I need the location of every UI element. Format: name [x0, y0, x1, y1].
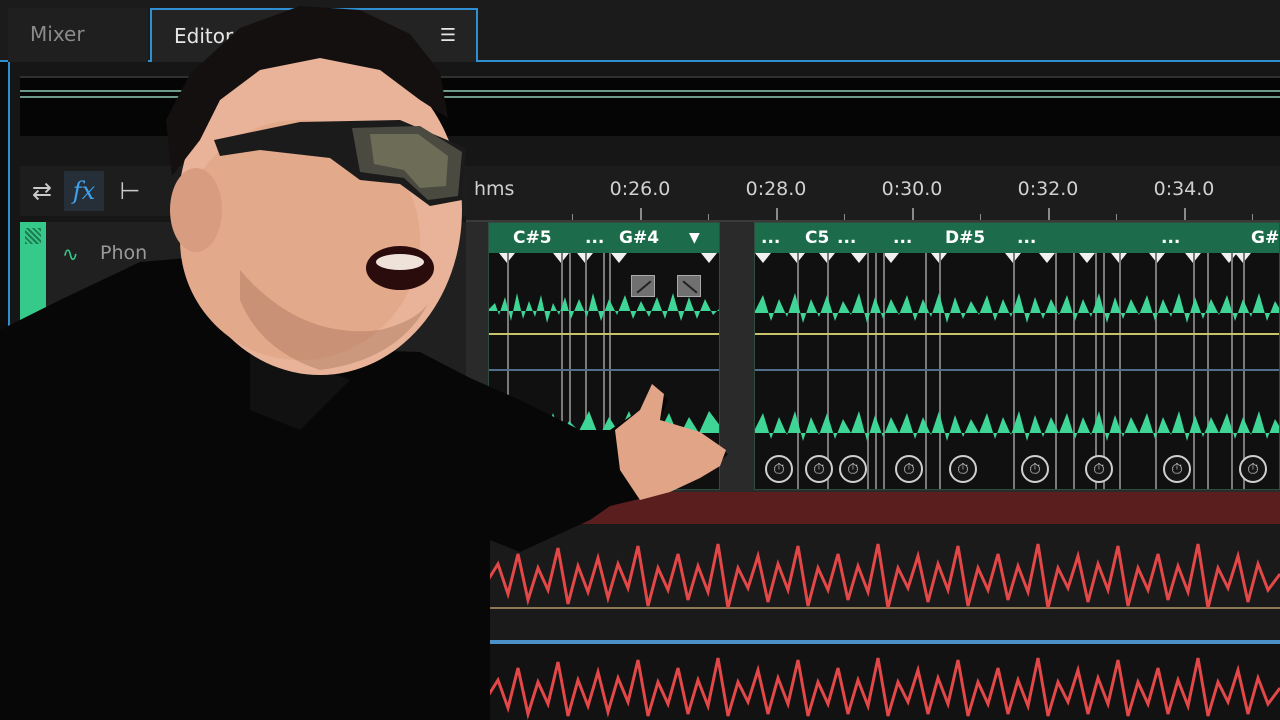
ruler-tick — [1252, 214, 1253, 220]
insert-icon[interactable]: ⊢ — [110, 171, 150, 211]
tab-mixer[interactable]: Mixer — [8, 8, 148, 62]
tab-editor[interactable]: Editor: ☰ — [150, 8, 478, 62]
ruler-tick — [1116, 214, 1117, 220]
tab-bar: Mixer Editor: ☰ — [0, 0, 1280, 62]
ruler-tick — [572, 214, 573, 220]
track-header[interactable]: ∿ Phon — [20, 222, 466, 492]
track-color-strip — [20, 222, 46, 492]
pitch-track-area[interactable]: C#5 ... G#4 ▼ ... C5 ... ... D#5 ... ...… — [466, 222, 1280, 492]
stopwatch-icon[interactable]: ⏱ — [1239, 455, 1267, 483]
track-toolbar: ⇄ fx ⊢ — [20, 166, 466, 216]
stopwatch-icon[interactable]: ⏱ — [1163, 455, 1191, 483]
ruler-tick-label: 0:26.0 — [609, 178, 671, 200]
ruler-unit: hms — [474, 178, 515, 200]
ruler-tick — [912, 208, 914, 220]
ruler-tick — [844, 214, 845, 220]
hamburger-menu-icon[interactable]: ☰ — [440, 10, 456, 62]
ruler-tick — [980, 214, 981, 220]
ruler-tick-label: 0:28.0 — [745, 178, 807, 200]
stopwatch-icon[interactable]: ⏱ — [1085, 455, 1113, 483]
audio-track-header[interactable] — [488, 492, 1280, 524]
audio-waveform-left — [486, 543, 1280, 609]
ruler-tick-label: 0:34.0 — [1153, 178, 1215, 200]
ruler-tick — [708, 214, 709, 220]
track-name: Phon — [100, 242, 148, 264]
ruler-tick — [1048, 208, 1050, 220]
pitch-waveform — [755, 293, 1279, 441]
pitch-clip[interactable]: ... C5 ... ... D#5 ... ... G#4 — [754, 222, 1280, 490]
stopwatch-icon[interactable]: ⏱ — [839, 455, 867, 483]
stopwatch-icon[interactable]: ⏱ — [765, 455, 793, 483]
switch-arrows-icon[interactable]: ⇄ — [22, 171, 62, 211]
fx-label: fx — [72, 177, 96, 205]
ruler-tick — [640, 208, 642, 220]
pitch-clip[interactable]: C#5 ... G#4 ▼ — [488, 222, 720, 490]
overview-line — [20, 96, 1280, 98]
stopwatch-icon[interactable]: ⏱ — [805, 455, 833, 483]
tab-mixer-label: Mixer — [30, 22, 85, 46]
waveform-icon: ∿ — [62, 242, 79, 266]
ruler-tick-label: 0:32.0 — [1017, 178, 1079, 200]
overview-navigator[interactable] — [20, 76, 1280, 136]
ruler-tick — [776, 208, 778, 220]
time-ruler[interactable]: hms 0:26.0 0:28.0 0:30.0 0:32.0 0:34.0 — [466, 166, 1280, 222]
ruler-tick-label: 0:30.0 — [881, 178, 943, 200]
overview-line — [20, 90, 1280, 92]
audio-track-channel-2 — [486, 644, 1280, 720]
fx-icon[interactable]: fx — [64, 171, 104, 211]
grip-icon[interactable] — [25, 228, 41, 244]
stopwatch-icon[interactable]: ⏱ — [949, 455, 977, 483]
tab-editor-label: Editor: — [174, 24, 240, 48]
ruler-tick — [1184, 208, 1186, 220]
stopwatch-icon[interactable]: ⏱ — [1021, 455, 1049, 483]
audio-waveform-right — [486, 657, 1280, 720]
stopwatch-icon[interactable]: ⏱ — [895, 455, 923, 483]
pitch-waveform — [489, 293, 719, 437]
